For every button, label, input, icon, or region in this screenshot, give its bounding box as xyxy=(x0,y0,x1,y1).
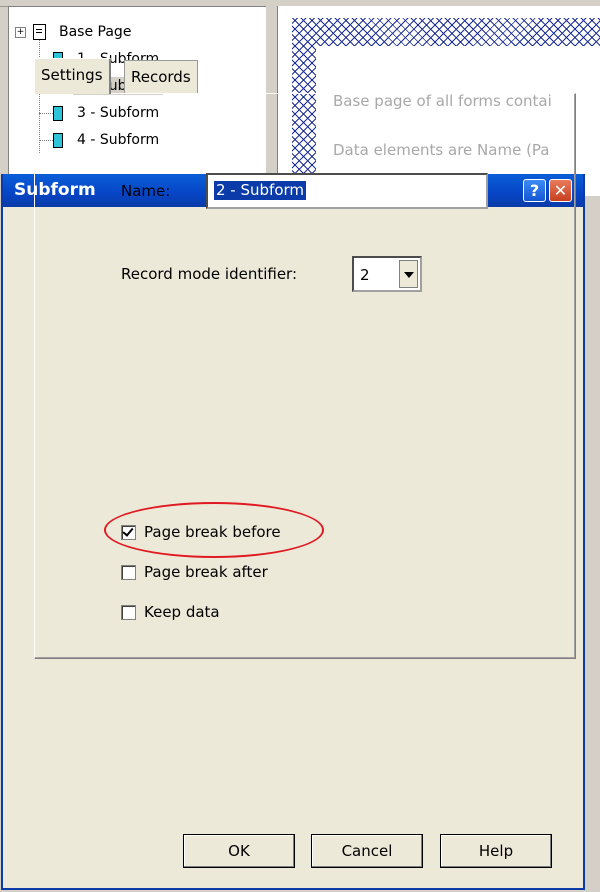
name-label: Name: xyxy=(121,182,171,200)
keep-data-checkbox[interactable]: Keep data xyxy=(121,603,220,621)
record-mode-label: Record mode identifier: xyxy=(121,265,298,283)
checkbox-icon[interactable] xyxy=(121,604,136,620)
record-mode-value: 2 xyxy=(360,266,370,284)
tab-settings[interactable]: Settings xyxy=(34,58,111,94)
cancel-button[interactable]: Cancel xyxy=(311,834,423,868)
tree-expand-icon[interactable]: + xyxy=(15,27,26,38)
chevron-down-icon[interactable] xyxy=(399,260,418,288)
tree-item-base-page[interactable]: Base Page xyxy=(33,21,135,43)
page-icon xyxy=(33,24,46,40)
tree-item-label: Base Page xyxy=(59,24,132,40)
keep-data-label: Keep data xyxy=(144,603,220,621)
record-mode-select[interactable]: 2 xyxy=(352,256,422,292)
ok-button[interactable]: OK xyxy=(183,834,295,868)
tab-records[interactable]: Records xyxy=(124,60,198,93)
checkbox-icon[interactable] xyxy=(121,564,136,580)
page-break-after-checkbox[interactable]: Page break after xyxy=(121,563,268,581)
name-input[interactable]: 2 - Subform xyxy=(206,173,488,209)
name-input-value: 2 - Subform xyxy=(214,181,307,200)
annotation-circle xyxy=(104,502,324,558)
page-break-after-label: Page break after xyxy=(144,563,268,581)
help-button[interactable]: Help xyxy=(440,834,552,868)
